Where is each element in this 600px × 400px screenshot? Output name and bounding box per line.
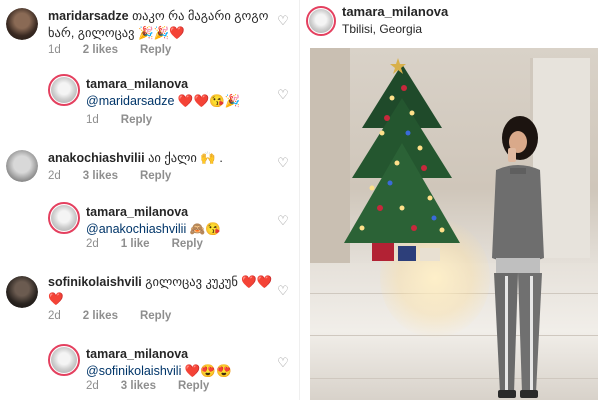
comment-body: ❤️❤️😘🎉 bbox=[177, 94, 241, 108]
comment-likes[interactable]: 3 likes bbox=[83, 170, 118, 182]
comment-mention[interactable]: @anakochiashvilii bbox=[86, 222, 186, 236]
avatar[interactable] bbox=[48, 202, 80, 234]
comment-time: 1d bbox=[86, 114, 99, 126]
comment-mention[interactable]: @maridarsadze bbox=[86, 94, 174, 108]
comment-body: 🙈😘 bbox=[189, 222, 221, 236]
reply-button[interactable]: Reply bbox=[172, 238, 203, 250]
comment-meta: 2d 2 likes Reply bbox=[48, 310, 193, 322]
avatar[interactable] bbox=[48, 344, 80, 376]
post-header: tamara_milanova Tbilisi, Georgia bbox=[300, 0, 600, 46]
comment-username[interactable]: maridarsadze bbox=[48, 9, 129, 23]
reply-button[interactable]: Reply bbox=[121, 114, 152, 126]
heart-outline-icon[interactable]: ♡ bbox=[276, 214, 290, 228]
comment-time: 2d bbox=[86, 380, 99, 392]
comment-likes[interactable]: 2 likes bbox=[83, 44, 118, 56]
comment-meta: 2d 3 likes Reply bbox=[48, 170, 193, 182]
heart-outline-icon[interactable]: ♡ bbox=[276, 156, 290, 170]
comment-username[interactable]: sofinikolaishvili bbox=[48, 275, 142, 289]
comment-text: tamara_milanova @anakochiashvilii 🙈😘 bbox=[86, 204, 276, 238]
comment-text: tamara_milanova @sofinikolaishvili ❤️😍😍 bbox=[86, 346, 276, 380]
comment-meta: 2d 3 likes Reply bbox=[86, 380, 231, 392]
comment-username[interactable]: tamara_milanova bbox=[86, 77, 188, 91]
comment-username[interactable]: tamara_milanova bbox=[86, 347, 188, 361]
comment-username[interactable]: tamara_milanova bbox=[86, 205, 188, 219]
comment-body: ❤️😍😍 bbox=[184, 364, 232, 378]
comment-time: 2d bbox=[48, 310, 61, 322]
comment-meta: 1d 2 likes Reply bbox=[48, 44, 193, 56]
reply-button[interactable]: Reply bbox=[140, 44, 171, 56]
comment-text: sofinikolaishvili გილოცავ კუკუნ ❤️❤️❤️ bbox=[48, 274, 273, 308]
comment-text: maridarsadze თაკო რა მაგარი გოგო ხარ, გი… bbox=[48, 8, 273, 42]
comment-username[interactable]: anakochiashvilii bbox=[48, 151, 145, 165]
avatar[interactable] bbox=[6, 276, 38, 308]
post-username[interactable]: tamara_milanova bbox=[342, 4, 448, 19]
reply-button[interactable]: Reply bbox=[140, 310, 171, 322]
avatar[interactable] bbox=[48, 74, 80, 106]
comment-text: anakochiashvilii აი ქალი 🙌 . bbox=[48, 150, 273, 167]
comment-meta: 2d 1 like Reply bbox=[86, 238, 225, 250]
heart-outline-icon[interactable]: ♡ bbox=[276, 284, 290, 298]
avatar[interactable] bbox=[6, 150, 38, 182]
christmas-tree-image bbox=[344, 58, 460, 261]
reply-button[interactable]: Reply bbox=[178, 380, 209, 392]
heart-outline-icon[interactable]: ♡ bbox=[276, 356, 290, 370]
comment-time: 2d bbox=[48, 170, 61, 182]
comment-likes[interactable]: 3 likes bbox=[121, 380, 156, 392]
heart-outline-icon[interactable]: ♡ bbox=[276, 14, 290, 28]
comment-time: 1d bbox=[48, 44, 61, 56]
comment-mention[interactable]: @sofinikolaishvili bbox=[86, 364, 181, 378]
post-photo[interactable] bbox=[310, 48, 598, 400]
post-panel: tamara_milanova Tbilisi, Georgia bbox=[300, 0, 600, 400]
avatar[interactable] bbox=[6, 8, 38, 40]
person-image bbox=[492, 116, 544, 398]
comment-likes[interactable]: 1 like bbox=[121, 238, 150, 250]
avatar[interactable] bbox=[306, 6, 336, 36]
comment-body: აი ქალი 🙌 . bbox=[148, 151, 223, 165]
comment-likes[interactable]: 2 likes bbox=[83, 310, 118, 322]
reply-button[interactable]: Reply bbox=[140, 170, 171, 182]
heart-outline-icon[interactable]: ♡ bbox=[276, 88, 290, 102]
comment-meta: 1d Reply bbox=[86, 114, 174, 126]
post-location[interactable]: Tbilisi, Georgia bbox=[342, 22, 422, 36]
comment-time: 2d bbox=[86, 238, 99, 250]
comment-text: tamara_milanova @maridarsadze ❤️❤️😘🎉 bbox=[86, 76, 276, 110]
comments-panel: maridarsadze თაკო რა მაგარი გოგო ხარ, გი… bbox=[0, 0, 300, 400]
